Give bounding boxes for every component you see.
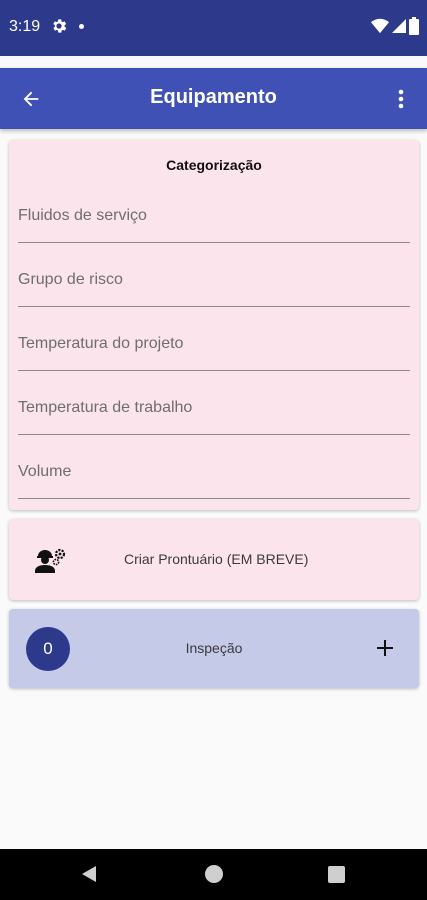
field-temperatura-trabalho[interactable]: Temperatura de trabalho [18,385,410,435]
more-vert-icon [398,89,404,109]
field-placeholder: Temperatura do projeto [18,335,184,352]
field-placeholder: Fluidos de serviço [18,207,147,224]
signal-icon [392,19,406,33]
field-placeholder: Volume [18,463,72,480]
status-bar: 3:19 [0,0,427,56]
create-record-card[interactable]: Criar Prontuário (EM BREVE) [9,519,419,600]
notification-dot-icon [79,24,84,29]
app-bar: Equipamento [0,68,427,129]
wifi-icon [371,18,389,34]
nav-back-icon[interactable] [80,865,98,883]
page-title: Equipamento [150,86,277,108]
engineer-gear-icon [35,548,66,573]
nav-home-icon[interactable] [205,865,223,883]
field-temperatura-projeto[interactable]: Temperatura do projeto [18,321,410,371]
create-record-label: Criar Prontuário (EM BREVE) [124,551,309,567]
gear-icon [53,19,67,33]
status-time: 3:19 [9,18,41,35]
plus-icon[interactable] [373,636,397,660]
battery-icon [409,17,419,35]
status-icons [371,17,419,35]
field-grupo-risco[interactable]: Grupo de risco [18,257,410,307]
system-nav-bar [0,849,427,900]
field-placeholder: Temperatura de trabalho [18,399,193,416]
field-placeholder: Grupo de risco [18,271,123,288]
field-volume[interactable]: Volume [18,449,410,499]
card-title: Categorização [166,157,262,173]
overflow-menu-button[interactable] [389,86,413,112]
nav-recents-icon[interactable] [328,866,345,883]
inspection-label: Inspeção [185,640,243,656]
field-fluidos-servico[interactable]: Fluidos de serviço [18,193,410,243]
inspection-card[interactable]: 0 Inspeção [9,609,419,688]
categorization-card: Categorização Fluidos de serviço Grupo d… [9,140,419,510]
